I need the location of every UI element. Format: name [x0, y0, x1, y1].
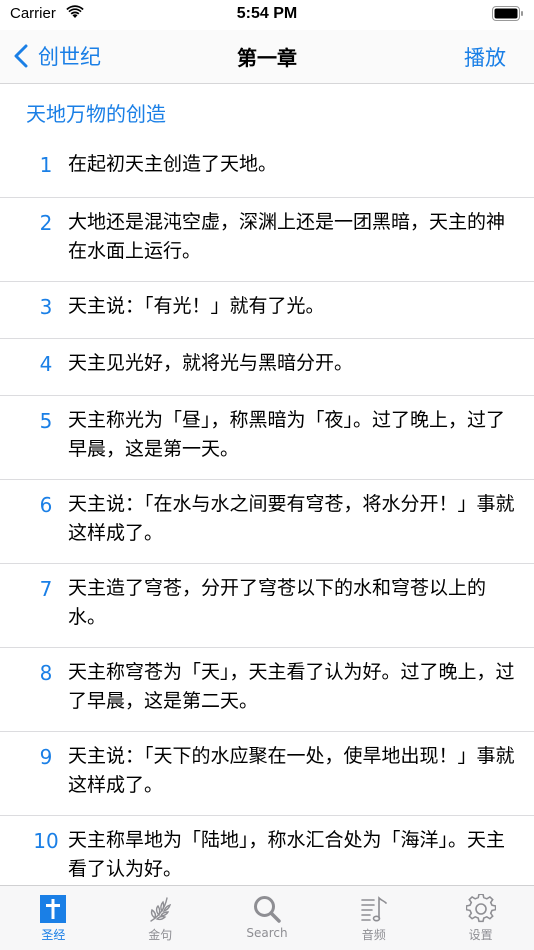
- chapter-content[interactable]: 天地万物的创造 1 在起初天主创造了天地。 2 大地还是混沌空虚，深渊上还是一团…: [0, 85, 534, 885]
- tab-bar: 圣经 金句 Search 音频 设置: [0, 885, 534, 950]
- verse-row[interactable]: 7 天主造了穹苍，分开了穹苍以下的水和穹苍以上的水。: [0, 563, 534, 647]
- verse-text: 天主说：「在水与水之间要有穹苍，将水分开！」事就这样成了。: [68, 493, 515, 544]
- battery-icon: [492, 6, 523, 21]
- gear-icon: [465, 894, 496, 923]
- verse-number: 8: [39, 661, 53, 685]
- verse-number: 3: [39, 295, 53, 319]
- search-icon: [253, 896, 281, 923]
- verse-number: 9: [39, 745, 53, 769]
- verse-number: 7: [39, 577, 53, 601]
- verse-row[interactable]: 10 天主称旱地为「陆地」，称水汇合处为「海洋」。天主看了认为好。: [0, 815, 534, 885]
- verse-row[interactable]: 2 大地还是混沌空虚，深渊上还是一团黑暗，天主的神在水面上运行。: [0, 197, 534, 281]
- verse-number: 6: [39, 493, 53, 517]
- verse-number: 2: [39, 211, 53, 235]
- page-title: 第一章: [237, 46, 297, 70]
- verse-number: 1: [39, 153, 53, 177]
- verse-number: 5: [39, 409, 53, 433]
- verse-number: 10: [33, 829, 59, 853]
- cross-book-icon: [40, 895, 67, 923]
- verse-text: 天主称光为「昼」，称黑暗为「夜」。过了晚上，过了早晨，这是第一天。: [68, 409, 506, 460]
- tab-settings[interactable]: 设置: [427, 886, 534, 950]
- navigation-bar: 创世纪 第一章 播放: [0, 30, 534, 84]
- play-button[interactable]: 播放: [464, 42, 506, 72]
- tab-search[interactable]: Search: [214, 886, 321, 950]
- verse-text: 天主称穹苍为「天」，天主看了认为好。过了晚上，过了早晨，这是第二天。: [68, 661, 515, 712]
- tab-label: Search: [246, 926, 288, 940]
- tab-label: 音频: [361, 928, 386, 942]
- verse-text: 大地还是混沌空虚，深渊上还是一团黑暗，天主的神在水面上运行。: [68, 211, 506, 262]
- verse-text: 天主造了穹苍，分开了穹苍以下的水和穹苍以上的水。: [68, 577, 487, 628]
- music-list-icon: [360, 896, 387, 922]
- verse-row[interactable]: 4 天主见光好，就将光与黑暗分开。: [0, 338, 534, 395]
- verse-text: 天主说：「有光！」就有了光。: [68, 295, 325, 317]
- status-time: 5:54 PM: [236, 5, 298, 22]
- section-title: 天地万物的创造: [26, 102, 166, 126]
- verse-text: 在起初天主创造了天地。: [68, 153, 278, 175]
- verse-row[interactable]: 5 天主称光为「昼」，称黑暗为「夜」。过了晚上，过了早晨，这是第一天。: [0, 395, 534, 479]
- tab-label: 设置: [468, 928, 493, 942]
- verse-row[interactable]: 1 在起初天主创造了天地。: [0, 140, 534, 197]
- verse-text: 天主说：「天下的水应聚在一处，使旱地出现！」事就这样成了。: [68, 745, 515, 796]
- tab-audio[interactable]: 音频: [320, 886, 427, 950]
- laurel-icon: [150, 897, 172, 922]
- verse-row[interactable]: 9 天主说：「天下的水应聚在一处，使旱地出现！」事就这样成了。: [0, 731, 534, 815]
- tab-bible[interactable]: 圣经: [0, 886, 107, 950]
- tab-label: 金句: [148, 928, 173, 942]
- verse-text: 天主见光好，就将光与黑暗分开。: [68, 352, 354, 374]
- verse-text: 天主称旱地为「陆地」，称水汇合处为「海洋」。天主看了认为好。: [68, 829, 506, 880]
- tab-label: 圣经: [41, 928, 66, 942]
- verse-row[interactable]: 8 天主称穹苍为「天」，天主看了认为好。过了晚上，过了早晨，这是第二天。: [0, 647, 534, 731]
- status-bar: Carrier 5:54 PM: [0, 0, 534, 30]
- tab-verses[interactable]: 金句: [107, 886, 214, 950]
- verse-row[interactable]: 6 天主说：「在水与水之间要有穹苍，将水分开！」事就这样成了。: [0, 479, 534, 563]
- verse-number: 4: [39, 352, 53, 376]
- verse-row[interactable]: 3 天主说：「有光！」就有了光。: [0, 281, 534, 338]
